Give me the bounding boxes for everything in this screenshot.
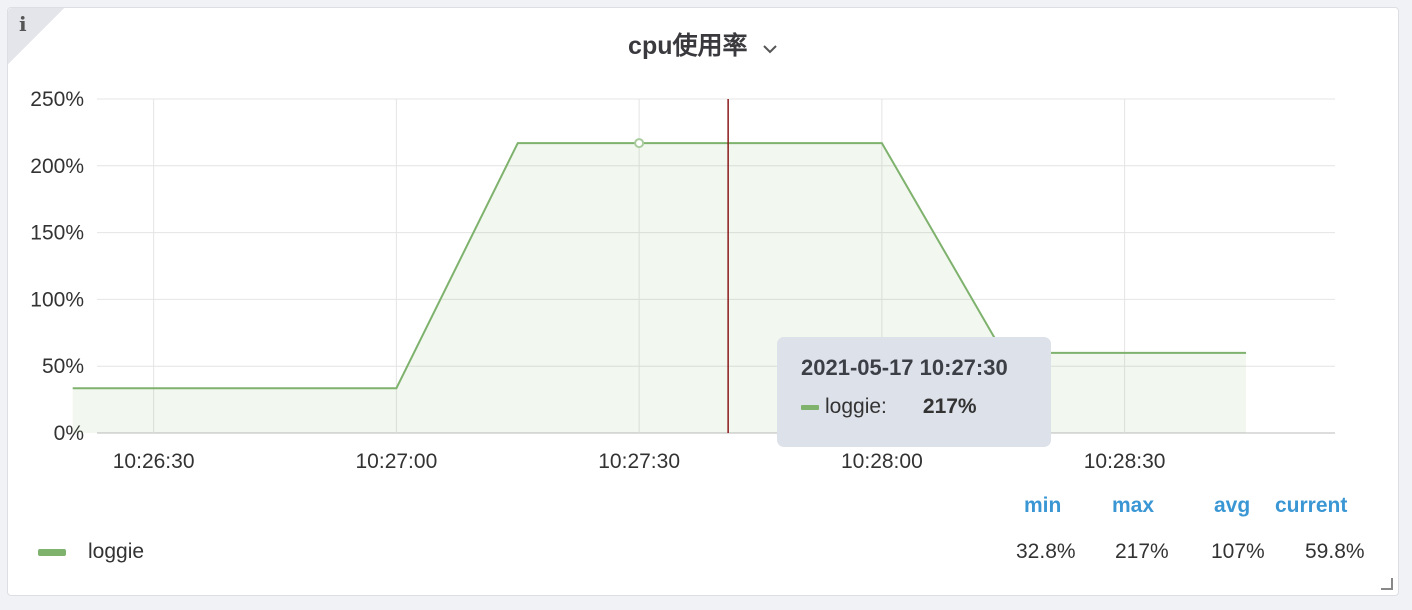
y-tick-label: 50%: [42, 355, 84, 378]
y-tick-label: 100%: [30, 288, 84, 311]
legend-series-loggie[interactable]: loggie: [38, 540, 144, 564]
tooltip-series-row: loggie: 217%: [801, 395, 1051, 419]
hover-point: [634, 138, 645, 149]
legend-value-avg: 107%: [1211, 540, 1265, 563]
legend-header-avg[interactable]: avg: [1214, 494, 1250, 518]
legend-header-max[interactable]: max: [1112, 494, 1154, 518]
legend-value-max: 217%: [1115, 540, 1169, 563]
tooltip-time: 2021-05-17 10:27:30: [801, 355, 1008, 380]
hover-tooltip: 2021-05-17 10:27:30 loggie: 217%: [777, 337, 1051, 447]
y-tick-label: 200%: [30, 155, 84, 178]
legend-header-min[interactable]: min: [1024, 494, 1061, 518]
legend-series-name[interactable]: loggie: [88, 540, 144, 564]
legend-header-current[interactable]: current: [1275, 494, 1347, 518]
x-tick-label: 10:27:30: [598, 450, 680, 473]
graph-panel: i cpu使用率 0% 50% 100% 150% 200% 250% 10:26:30 10…: [7, 7, 1399, 596]
series-area: [72, 143, 1246, 433]
cpu-chart[interactable]: 0%50%100%150%200%250%10:26:30 10:27:00 10:…: [8, 8, 1400, 478]
tooltip-series-value: 217%: [922, 395, 977, 418]
legend-series-swatch[interactable]: [38, 548, 66, 556]
legend-value-current: 59.8%: [1305, 540, 1365, 563]
x-tick-label: 10:27:00: [356, 450, 438, 473]
y-tick-label: 250%: [30, 88, 84, 111]
x-tick-label: 10:28:30: [1084, 450, 1166, 473]
y-tick-label: 150%: [30, 222, 84, 245]
tooltip-series-name: loggie:: [825, 395, 887, 418]
panel-resize-handle[interactable]: [1381, 578, 1393, 590]
x-tick-label: 10:28:00: [841, 450, 923, 473]
legend-value-min: 32.8%: [1016, 540, 1076, 563]
tooltip-series-swatch: [801, 404, 819, 410]
x-tick-label: 10:26:30: [113, 450, 195, 473]
